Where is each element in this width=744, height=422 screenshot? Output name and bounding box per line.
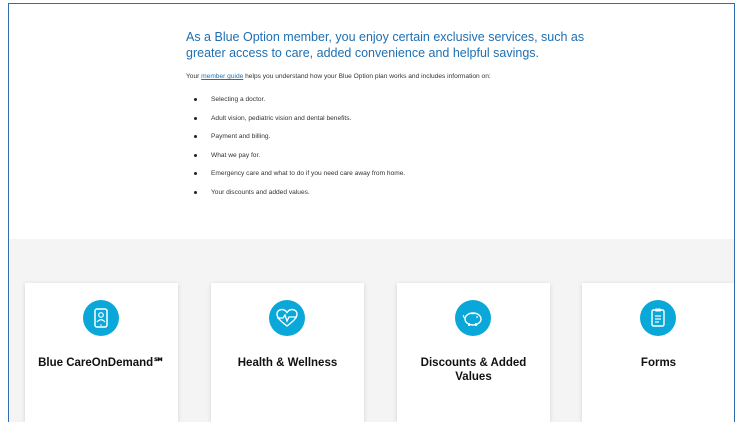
card-discounts-added-values[interactable]: Discounts & Added Values [397, 283, 550, 422]
list-item: Emergency care and what to do if you nee… [193, 168, 405, 187]
piggy-bank-icon [455, 300, 491, 336]
member-guide-sentence: Your member guide helps you understand h… [186, 72, 706, 81]
card-forms[interactable]: Forms [582, 283, 734, 422]
card-title: Discounts & Added Values [420, 357, 527, 383]
card-blue-careondemand[interactable]: Blue CareOnDemand℠ [25, 283, 178, 422]
card-title: Blue CareOnDemand℠ [38, 357, 165, 369]
list-item: What we pay for. [193, 150, 405, 169]
content-frame: As a Blue Option member, you enjoy certa… [8, 3, 735, 422]
card-health-wellness[interactable]: Health & Wellness [211, 283, 364, 422]
heart-pulse-icon [269, 300, 305, 336]
guide-prefix: Your [186, 73, 202, 80]
member-guide-link[interactable]: member guide [201, 73, 243, 80]
guide-suffix: helps you understand how your Blue Optio… [243, 73, 491, 80]
list-item: Payment and billing. [193, 131, 405, 150]
tablet-doctor-icon [83, 300, 119, 336]
info-list: Selecting a doctor. Adult vision, pediat… [186, 94, 405, 206]
list-item: Selecting a doctor. [193, 94, 405, 113]
intro-text: As a Blue Option member, you enjoy certa… [186, 30, 585, 60]
card-title: Health & Wellness [237, 357, 338, 369]
card-title: Forms [640, 357, 677, 369]
clipboard-icon [640, 300, 676, 336]
feature-card-band: Blue CareOnDemand℠ Health & Wellness Dis… [9, 239, 734, 422]
list-item: Your discounts and added values. [193, 187, 405, 206]
list-item: Adult vision, pediatric vision and denta… [193, 113, 405, 132]
